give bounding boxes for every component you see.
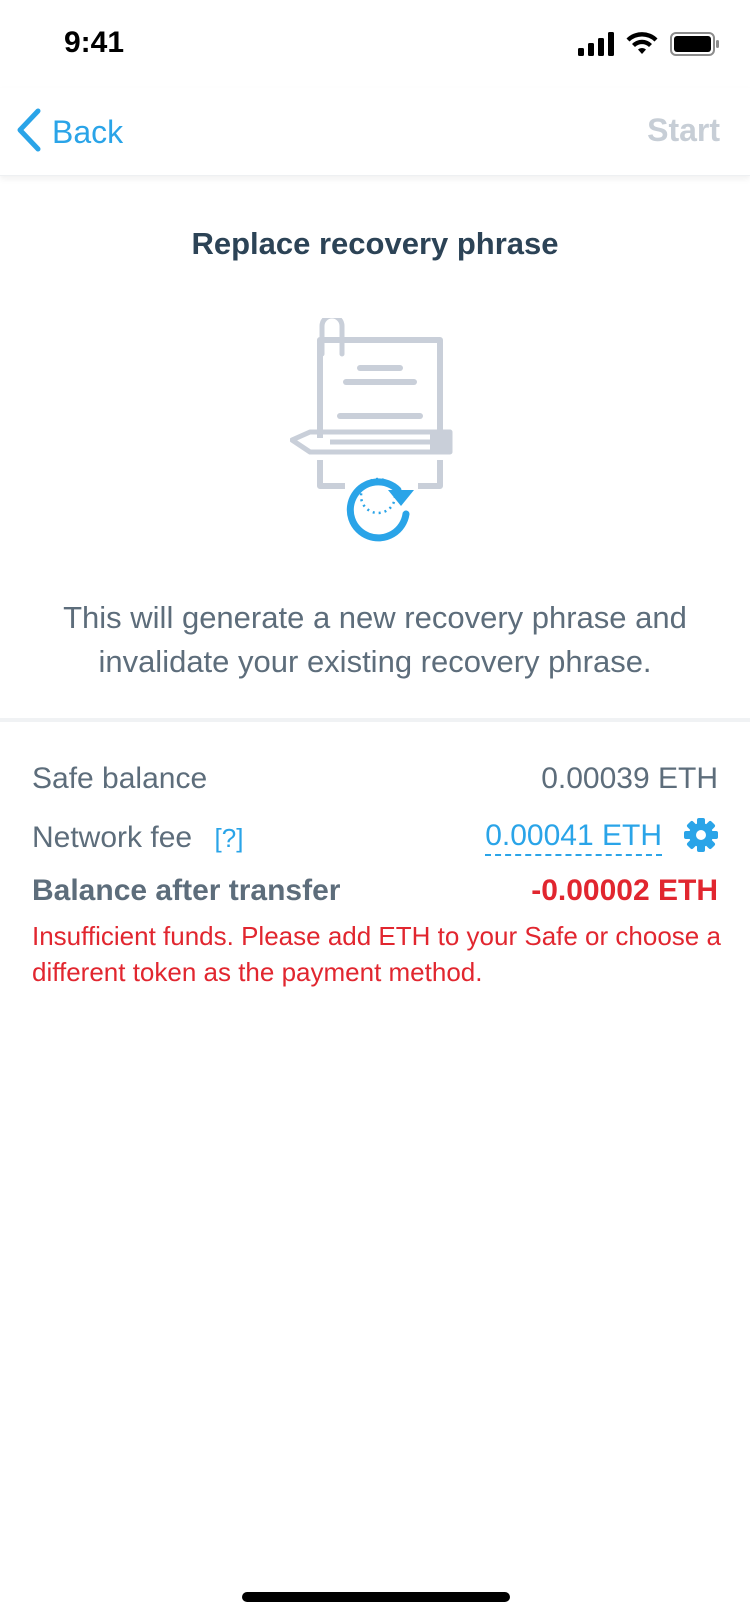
network-fee-label-group: Network fee [?] [32,821,243,855]
network-fee-label: Network fee [32,820,193,854]
back-label: Back [52,113,124,150]
network-fee-row: Network fee [?] 0.00041 ETH [32,818,718,857]
signal-icon [578,31,614,61]
description: This will generate a new recovery phrase… [63,600,687,679]
home-indicator [242,1592,510,1602]
balance-after-row: Balance after transfer -0.00002 ETH [32,874,718,908]
page-title: Replace recovery phrase [191,226,559,261]
divider [0,718,750,722]
network-fee-value-group: 0.00041 ETH [485,818,718,857]
balance-after-label: Balance after transfer [32,874,341,907]
document-refresh-icon [289,313,460,548]
back-button[interactable]: Back [16,108,123,156]
balance-after-value: -0.00002 ETH [531,874,718,907]
network-fee-value[interactable]: 0.00041 ETH [485,819,662,856]
insufficient-funds-error: Insufficient funds. Please add ETH to yo… [32,921,721,987]
status-bar: 9:41 [0,0,750,88]
battery-icon [670,31,720,61]
safe-balance-row: Safe balance 0.00039 ETH [32,762,718,796]
chevron-left-icon [16,108,42,157]
navigation-bar: Back Start [0,88,750,176]
gear-icon[interactable] [684,818,718,857]
screen: 9:41 Back Start Replace recovery phrase … [0,0,750,1624]
network-fee-help-link[interactable]: [?] [215,823,244,853]
status-time: 9:41 [64,26,125,59]
start-button[interactable]: Start [647,112,720,149]
safe-balance-value: 0.00039 ETH [541,762,718,795]
safe-balance-label: Safe balance [32,762,208,795]
wifi-icon [626,31,658,61]
status-icons [578,31,720,61]
